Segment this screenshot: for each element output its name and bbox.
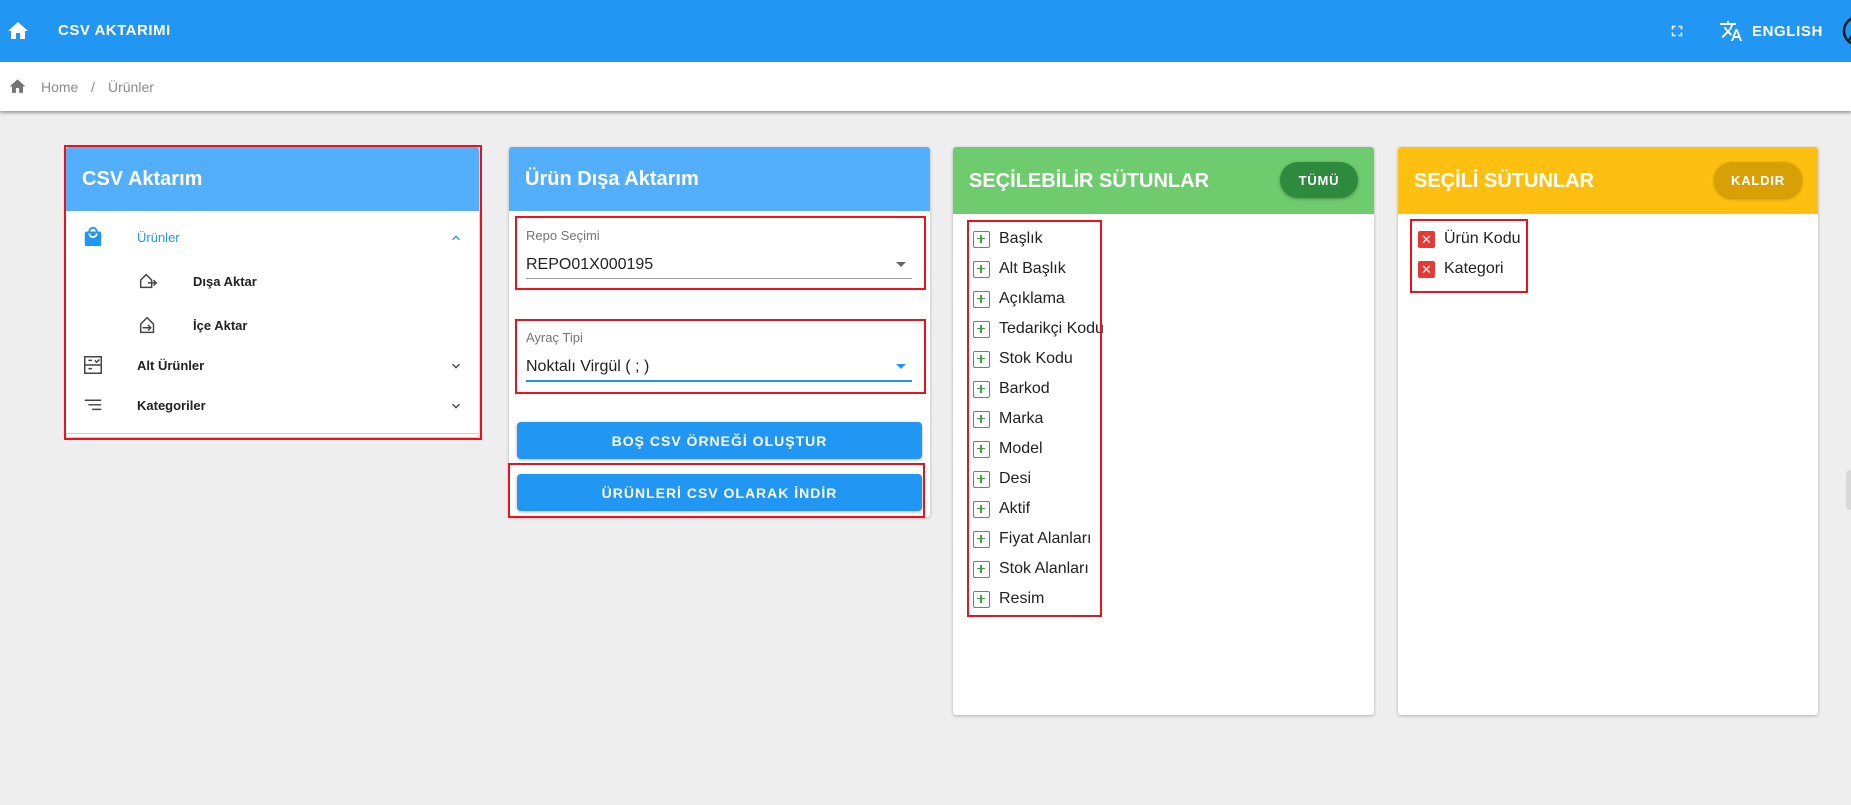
language-switch[interactable]: ENGLISH [1752, 23, 1823, 40]
account-icon[interactable] [1838, 14, 1851, 48]
breadcrumb-home[interactable]: Home [41, 79, 78, 95]
select-all-button[interactable]: TÜMÜ [1280, 162, 1358, 198]
selected-columns-title: SEÇİLİ SÜTUNLAR [1414, 170, 1594, 192]
highlight-separator-field [515, 319, 926, 394]
empty-csv-button[interactable]: BOŞ CSV ÖRNEĞİ OLUŞTUR [517, 422, 922, 459]
highlight-download-button [508, 463, 925, 518]
home-icon[interactable] [6, 19, 30, 43]
breadcrumb-separator: / [91, 79, 95, 95]
urun-disa-aktarim-header: Ürün Dışa Aktarım [509, 147, 930, 211]
fullscreen-icon[interactable] [1668, 22, 1686, 40]
highlight-repo-field [515, 216, 926, 290]
highlight-selectable-list [967, 220, 1102, 617]
selectable-columns-title: SEÇİLEBİLİR SÜTUNLAR [969, 170, 1209, 192]
highlight-nav-card [64, 145, 482, 440]
highlight-selected-list [1410, 219, 1528, 293]
breadcrumb-current: Ürünler [108, 79, 154, 95]
app-title: CSV AKTARIMI [58, 22, 171, 39]
remove-all-button[interactable]: KALDIR [1714, 162, 1802, 198]
side-scroll-handle[interactable] [1846, 470, 1851, 510]
top-app-bar: CSV AKTARIMI ENGLISH [0, 0, 1851, 62]
urun-disa-aktarim-title: Ürün Dışa Aktarım [525, 168, 699, 190]
breadcrumb: Home / Ürünler [0, 62, 1851, 111]
breadcrumb-home-icon[interactable] [8, 77, 27, 96]
translate-icon[interactable] [1718, 19, 1744, 43]
